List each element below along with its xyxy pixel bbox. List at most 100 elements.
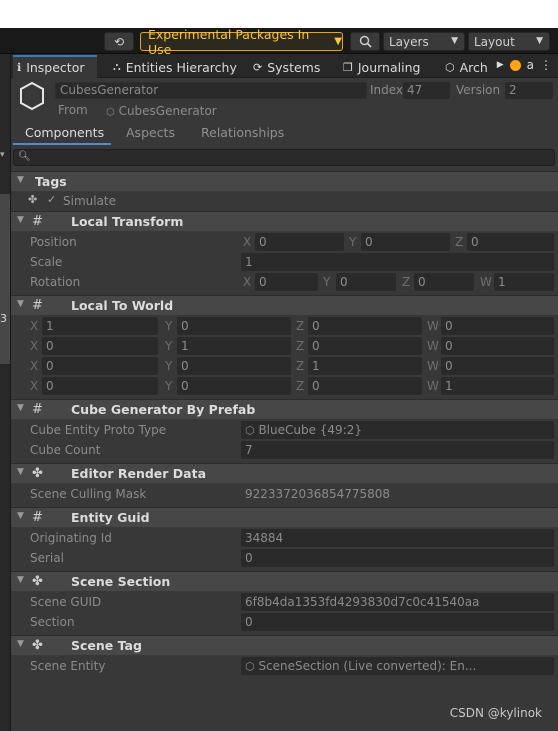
section-editor-render-data[interactable]: ▼ ✤ Editor Render Data [11, 463, 558, 483]
matrix-cell[interactable]: 1 [441, 377, 554, 395]
matrix-cell[interactable]: 0 [441, 317, 554, 335]
matrix-cell[interactable]: 0 [177, 317, 291, 335]
axis-label: X [30, 379, 39, 393]
watermark: CSDN @kylinok [449, 706, 542, 720]
tab-label: Journaling [357, 59, 421, 75]
chevron-down-icon: ▼ [451, 36, 458, 46]
layout-dropdown[interactable]: Layout ▼ [468, 32, 550, 51]
position-y-field[interactable]: 0 [361, 233, 450, 251]
scale-field[interactable]: 1 [241, 253, 554, 271]
tab-journaling[interactable]: ❒ Journaling [339, 56, 429, 78]
matrix-cell[interactable]: 0 [308, 317, 422, 335]
chevron-right-icon[interactable]: ▶ [497, 60, 504, 70]
scene-entity-field[interactable]: ⬡ SceneSection (Live converted): En... [241, 657, 554, 675]
section-local-transform[interactable]: ▼ # Local Transform [11, 211, 558, 231]
status-dot-icon[interactable] [509, 59, 521, 71]
lock-icon[interactable]: a [527, 58, 534, 72]
journal-icon: ❒ [343, 60, 353, 74]
from-field[interactable]: ⬡ CubesGenerator [104, 102, 553, 120]
matrix-cell[interactable]: 1 [177, 337, 291, 355]
matrix-cell[interactable]: 1 [308, 357, 422, 375]
field-row-originating-id: Originating Id 34884 [11, 528, 558, 548]
tab-archetypes[interactable]: ⬡ Arch [441, 56, 491, 78]
field-row-section: Section 0 [11, 612, 558, 632]
matrix-cell[interactable]: 0 [42, 357, 158, 375]
layers-dropdown[interactable]: Layers ▼ [383, 32, 465, 51]
tab-entities-hierarchy[interactable]: ⛬ Entities Hierarchy [109, 56, 239, 78]
rotation-w-field[interactable]: 1 [494, 273, 554, 291]
search-button[interactable] [350, 32, 380, 51]
field-row-scale: Scale 1 [11, 252, 558, 272]
section-title: Scene Section [71, 574, 171, 589]
rotation-z-field[interactable]: 0 [414, 273, 474, 291]
axis-label: Y [165, 379, 173, 393]
section-tags[interactable]: ▼ Tags [11, 171, 558, 191]
position-x-field[interactable]: 0 [255, 233, 344, 251]
axis-label: W [427, 339, 439, 353]
info-icon: ℹ [17, 61, 22, 74]
field-label: Rotation [30, 275, 81, 289]
subtab-aspects[interactable]: Aspects [126, 125, 175, 145]
matrix-cell[interactable]: 0 [441, 357, 554, 375]
axis-label: Z [296, 339, 305, 353]
axis-label: Z [402, 275, 411, 289]
version-field: 2 [505, 82, 553, 99]
tag-label: Simulate [63, 194, 117, 208]
field-row-position: Position X 0 Y 0 Z 0 [11, 232, 558, 252]
matrix-cell[interactable]: 0 [177, 357, 291, 375]
shared-component-icon: ✤ [32, 574, 43, 589]
experimental-packages-button[interactable]: Experimental Packages In Use ▼ [140, 27, 343, 57]
more-options-icon[interactable]: ⋮ [540, 58, 552, 72]
matrix-cell[interactable]: 0 [42, 377, 158, 395]
field-label: Cube Count [30, 443, 101, 457]
scene-guid-field[interactable]: 6f8b4da1353fd4293830d7c0c41540aa [241, 593, 554, 611]
rotation-x-field[interactable]: 0 [255, 273, 318, 291]
matrix-cell[interactable]: 1 [42, 317, 158, 335]
section-cube-generator[interactable]: ▼ # Cube Generator By Prefab [11, 399, 558, 419]
originating-id-field[interactable]: 34884 [241, 529, 554, 547]
layout-label: Layout [474, 34, 515, 49]
collapse-triangle-icon: ▼ [17, 639, 24, 649]
culling-mask-field[interactable]: 9223372036854775808 [241, 485, 554, 503]
section-scene-tag[interactable]: ▼ ✤ Scene Tag [11, 635, 558, 655]
matrix-cell[interactable]: 0 [42, 337, 158, 355]
history-button[interactable]: ⟲ [104, 32, 134, 51]
matrix-cell[interactable]: 0 [308, 377, 422, 395]
axis-label: Y [165, 319, 173, 333]
section-scene-section[interactable]: ▼ ✤ Scene Section [11, 571, 558, 591]
cube-count-field[interactable]: 7 [241, 441, 554, 459]
section-title: Editor Render Data [71, 466, 207, 481]
tab-inspector[interactable]: ℹ Inspector [13, 55, 97, 78]
section-local-to-world[interactable]: ▼ # Local To World [11, 295, 558, 315]
version-label: Version [456, 83, 501, 97]
proto-type-field[interactable]: ⬡ BlueCube {49:2} [241, 421, 554, 439]
matrix-cell[interactable]: 0 [308, 337, 422, 355]
subtab-relationships[interactable]: Relationships [201, 125, 284, 145]
position-z-field[interactable]: 0 [467, 233, 554, 251]
search-icon: 🔍︎ [18, 151, 31, 162]
chevron-down-icon: ▼ [334, 36, 342, 47]
axis-label: W [427, 319, 439, 333]
matrix-cell[interactable]: 0 [177, 377, 291, 395]
layers-label: Layers [389, 34, 429, 49]
history-icon: ⟲ [113, 34, 125, 49]
tab-label: Inspector [26, 60, 85, 75]
axis-label: W [480, 275, 492, 289]
matrix-cell[interactable]: 0 [441, 337, 554, 355]
section-entity-guid[interactable]: ▼ # Entity Guid [11, 507, 558, 527]
rotation-y-field[interactable]: 0 [336, 273, 396, 291]
chevron-down-icon: ▼ [536, 36, 543, 46]
serial-field[interactable]: 0 [241, 549, 554, 567]
collapse-triangle-icon: ▼ [17, 511, 24, 521]
field-label: Cube Entity Proto Type [30, 423, 167, 437]
left-pane: ▾ 3 [0, 54, 11, 731]
subtab-components[interactable]: Components [13, 125, 111, 145]
archetype-icon: ⬡ [445, 60, 455, 74]
tab-systems[interactable]: ⟳ Systems [249, 56, 331, 78]
component-search-input[interactable]: 🔍︎ [13, 149, 555, 166]
axis-label: W [427, 379, 439, 393]
section-field[interactable]: 0 [241, 613, 554, 631]
entity-name-field[interactable]: CubesGenerator [55, 82, 367, 99]
field-row-scene-guid: Scene GUID 6f8b4da1353fd4293830d7c0c4154… [11, 592, 558, 612]
axis-label: Z [296, 379, 305, 393]
